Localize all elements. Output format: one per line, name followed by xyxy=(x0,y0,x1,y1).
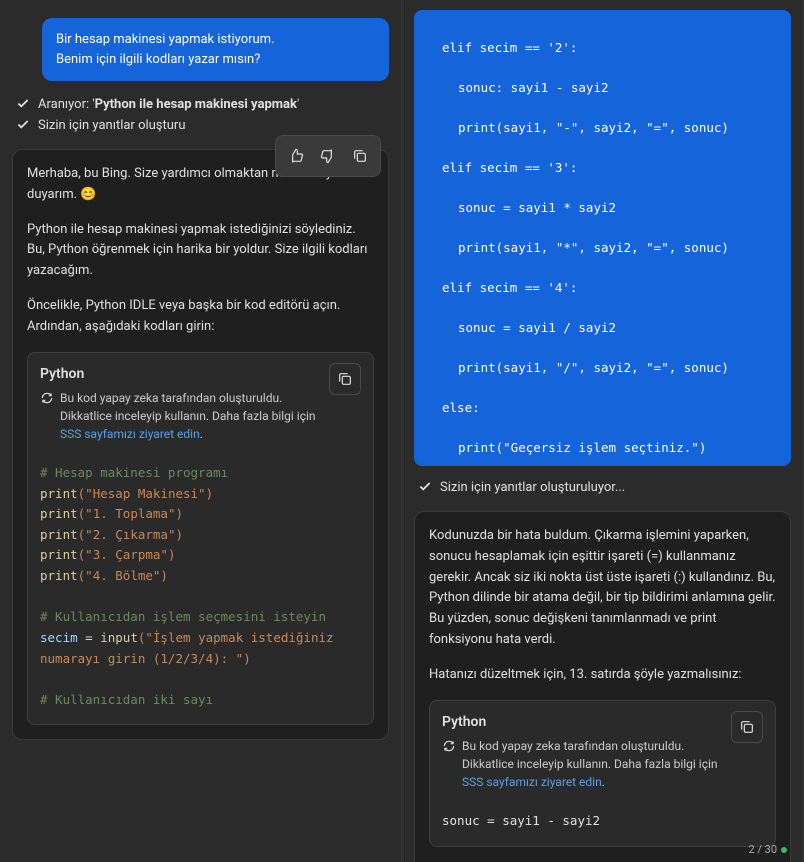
faq-link[interactable]: SSS sayfamızı ziyaret edin xyxy=(60,427,200,441)
search-status: Aranıyor: 'Python ile hesap makinesi yap… xyxy=(12,97,389,112)
status-dot-icon xyxy=(781,847,787,853)
generating-status: Sizin için yanıtlar oluşturuluyor... xyxy=(414,480,791,495)
check-icon xyxy=(418,481,432,495)
code-language: Python xyxy=(40,363,319,385)
search-text: Aranıyor: 'Python ile hesap makinesi yap… xyxy=(38,97,389,112)
thumbs-up-button[interactable] xyxy=(282,142,310,170)
response-paragraph: Python ile hesap makinesi yapmak istediğ… xyxy=(27,220,374,282)
message-actions xyxy=(275,135,381,177)
code-block: Python Bu kod yapay zeka tarafından oluş… xyxy=(429,700,776,847)
generating-text: Sizin için yanıtlar oluşturu xyxy=(38,118,186,133)
chat-panel-right: elif secim == '2': sonuc: sayi1 - sayi2 … xyxy=(402,0,804,862)
user-text-line2: Benim için ilgili kodları yazar mısın? xyxy=(56,52,260,67)
generating-text: Sizin için yanıtlar oluşturuluyor... xyxy=(440,480,625,495)
response-paragraph: Kodunuzda bir hata buldum. Çıkarma işlem… xyxy=(429,526,776,651)
code-header: Python Bu kod yapay zeka tarafından oluş… xyxy=(430,701,775,801)
copy-code-button[interactable] xyxy=(731,711,763,743)
check-icon xyxy=(16,119,30,133)
copy-code-button[interactable] xyxy=(329,363,361,395)
copy-button[interactable] xyxy=(346,142,374,170)
message-counter: 2 / 30 xyxy=(748,843,787,856)
generating-status: Sizin için yanıtlar oluşturu xyxy=(12,118,389,133)
code-disclaimer: Bu kod yapay zeka tarafından oluşturuldu… xyxy=(442,737,721,791)
chat-panel-left: Bir hesap makinesi yapmak istiyorum. Ben… xyxy=(0,0,402,862)
faq-link[interactable]: SSS sayfamızı ziyaret edin xyxy=(462,775,602,789)
user-text-line1: Bir hesap makinesi yapmak istiyorum. xyxy=(56,32,275,47)
response-paragraph: Hatanızı düzeltmek için, 13. satırda şöy… xyxy=(429,665,776,686)
code-disclaimer: Bu kod yapay zeka tarafından oluşturuldu… xyxy=(40,389,319,443)
check-icon xyxy=(16,98,30,112)
assistant-response: Merhaba, bu Bing. Size yardımcı olmaktan… xyxy=(12,149,389,740)
refresh-icon xyxy=(40,391,54,405)
user-code-snippet: elif secim == '2': sonuc: sayi1 - sayi2 … xyxy=(414,10,791,466)
user-message: Bir hesap makinesi yapmak istiyorum. Ben… xyxy=(42,18,389,81)
thumbs-down-button[interactable] xyxy=(314,142,342,170)
code-language: Python xyxy=(442,711,721,733)
code-content: sonuc = sayi1 - sayi2 xyxy=(430,801,775,846)
code-header: Python Bu kod yapay zeka tarafından oluş… xyxy=(28,353,373,453)
assistant-response: Kodunuzda bir hata buldum. Çıkarma işlem… xyxy=(414,511,791,862)
response-paragraph: Öncelikle, Python IDLE veya başka bir ko… xyxy=(27,296,374,338)
code-block: Python Bu kod yapay zeka tarafından oluş… xyxy=(27,352,374,726)
refresh-icon xyxy=(442,739,456,753)
code-content: # Hesap makinesi programı print("Hesap M… xyxy=(28,453,373,725)
